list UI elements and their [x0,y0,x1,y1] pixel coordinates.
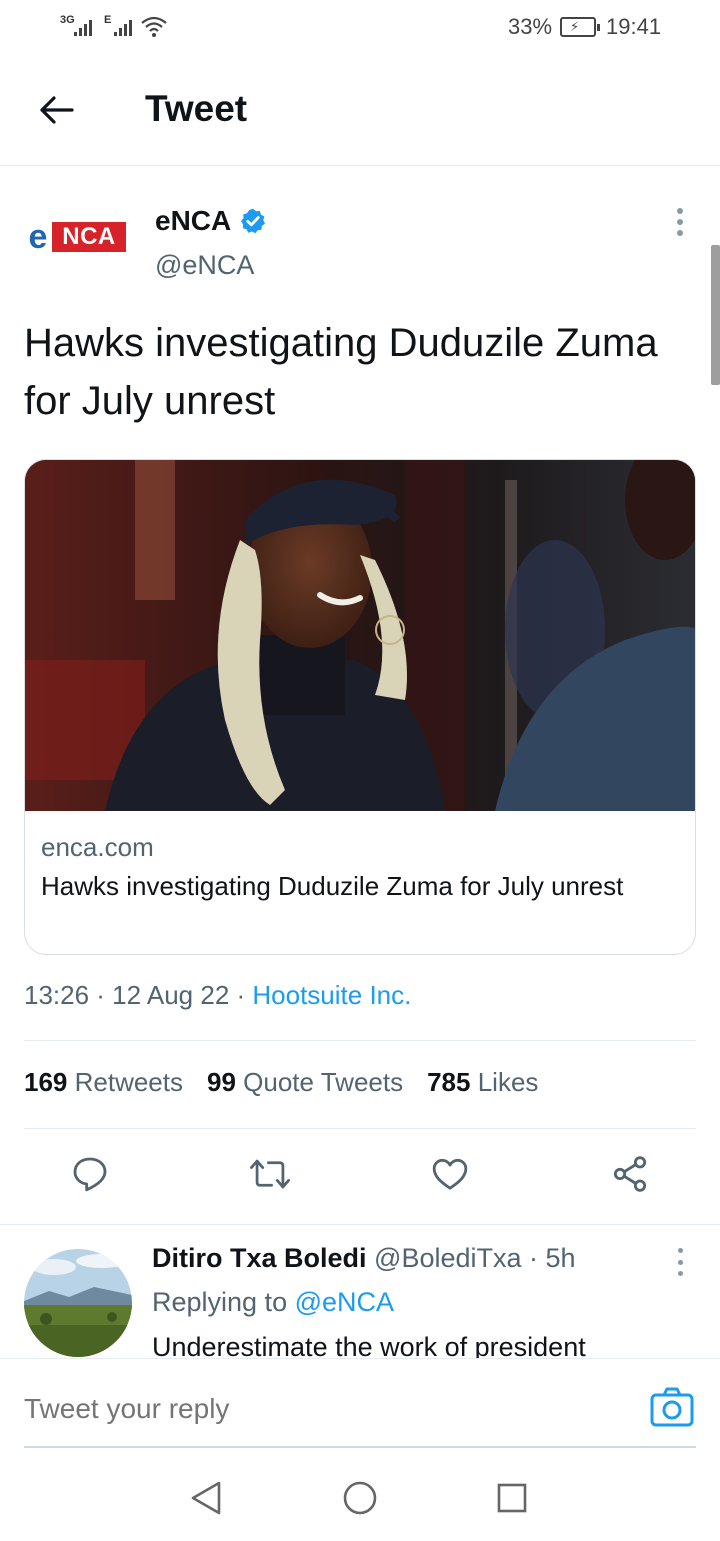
reply-avatar[interactable] [24,1249,132,1357]
clock: 19:41 [606,14,662,39]
scrollbar-thumb[interactable] [711,245,720,385]
more-dot-icon [677,230,683,236]
arrow-left-icon [40,96,74,124]
news-photo-image [25,460,695,811]
battery-percent: 33% [508,14,553,39]
more-options-button[interactable] [668,206,692,238]
logo-text: NCA [52,222,126,252]
reply-author-name: Ditiro Txa Boledi [152,1243,367,1273]
wifi-icon [141,16,167,37]
tweet-text: Hawks investigating Duduzile Zuma for Ju… [24,321,658,423]
compose-underline [24,1446,696,1448]
quote-tweets-stat[interactable]: 99 Quote Tweets [207,1067,403,1098]
more-dot-icon [677,1248,683,1253]
reply-button[interactable] [66,1150,114,1198]
retweet-icon [250,1159,290,1189]
nav-back-button[interactable] [186,1478,226,1518]
app-header: Tweet [0,56,720,166]
camera-icon [650,1387,694,1427]
card-title: Hawks investigating Duduzile Zuma for Ju… [41,871,624,901]
like-icon [432,1158,468,1190]
more-dot-icon [677,1271,683,1276]
signal-icon [74,18,92,36]
verified-badge-icon [241,208,266,234]
nav-recents-button[interactable] [492,1478,532,1518]
share-icon [613,1156,647,1192]
quote-tweets-count: 99 [207,1067,236,1097]
reply-more-button[interactable] [668,1248,692,1276]
tweet-timestamp-line: 13:26 · 12 Aug 22 · Hootsuite Inc. [24,980,411,1011]
share-button[interactable] [606,1150,654,1198]
circle-home-icon [343,1481,377,1515]
status-bar: 3G E 33% ⚡ 19:41 [0,0,720,56]
author-handle[interactable]: @eNCA [155,250,254,281]
retweets-label: Retweets [67,1067,183,1097]
divider [24,1128,696,1129]
like-button[interactable] [426,1150,474,1198]
replying-to-line: Replying to @eNCA [152,1287,394,1318]
card-image [25,460,695,811]
square-recents-icon [497,1483,527,1513]
signal-icon-2 [114,18,132,36]
replying-to-prefix: Replying to [152,1287,295,1317]
retweets-count: 169 [24,1067,68,1097]
likes-label: Likes [470,1067,539,1097]
reply-input[interactable] [24,1393,584,1425]
tweet-source-link[interactable]: Hootsuite Inc. [252,980,411,1010]
camera-button[interactable] [650,1387,694,1427]
card-domain: enca.com [41,832,154,862]
system-nav-bar [0,1450,720,1541]
reply-author-handle: @BolediTxa · 5h [366,1243,576,1273]
logo-letter: e [24,218,52,256]
triangle-back-icon [191,1481,221,1515]
more-dot-icon [677,208,683,214]
card-body: enca.com Hawks investigating Duduzile Zu… [41,828,681,906]
tweet-actions [0,1150,720,1206]
retweets-stat[interactable]: 169 Retweets [24,1067,183,1098]
likes-count: 785 [427,1067,471,1097]
back-button[interactable] [32,86,80,134]
reply-text: Underestimate the work of president [152,1332,586,1358]
compose-bar [0,1358,720,1450]
nav-home-button[interactable] [340,1478,380,1518]
divider [0,1224,720,1225]
battery-icon: ⚡ [560,17,600,37]
replying-to-mention[interactable]: @eNCA [295,1287,394,1317]
network-label-3g: 3G [60,14,75,26]
network-label-e: E [104,14,112,26]
link-card[interactable]: enca.com Hawks investigating Duduzile Zu… [24,459,696,955]
landscape-avatar-image [24,1249,132,1357]
likes-stat[interactable]: 785 Likes [427,1067,538,1098]
reply-icon [73,1157,107,1192]
author-name[interactable]: eNCA [155,205,267,237]
tweet-stats: 169 Retweets 99 Quote Tweets 785 Likes [24,1067,562,1098]
more-dot-icon [677,1259,683,1265]
divider [24,1040,696,1041]
author-avatar-logo[interactable]: e NCA [24,218,126,256]
more-dot-icon [677,219,683,225]
quote-tweets-label: Quote Tweets [235,1067,404,1097]
reply-header[interactable]: Ditiro Txa Boledi @BolediTxa · 5h [152,1243,576,1274]
author-name-text: eNCA [155,205,232,236]
retweet-button[interactable] [246,1150,294,1198]
tweet-timestamp: 13:26 · 12 Aug 22 · [24,980,253,1010]
page-title: Tweet [145,88,248,129]
